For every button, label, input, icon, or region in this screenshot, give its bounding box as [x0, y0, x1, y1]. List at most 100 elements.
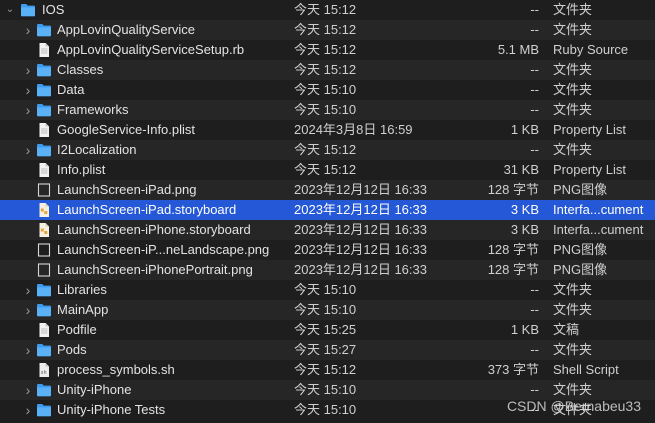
item-size: 373 字节 [487, 362, 539, 377]
item-kind: 文件夹 [553, 102, 593, 117]
item-name: Frameworks [57, 102, 129, 117]
document-icon [36, 43, 52, 57]
item-name: LaunchScreen-iPhonePortrait.png [57, 262, 253, 277]
item-kind: Property List [553, 122, 626, 137]
item-size: -- [530, 142, 539, 157]
disclosure-expanded-icon[interactable]: ⌄ [5, 0, 15, 20]
item-size: -- [530, 82, 539, 97]
item-size: -- [530, 382, 539, 397]
file-row[interactable]: AppLovinQualityServiceSetup.rb 今天 15:12 5.… [0, 40, 655, 60]
disclosure-collapsed-icon[interactable]: › [23, 340, 33, 360]
document-icon [36, 323, 52, 337]
png-image-icon [36, 183, 52, 197]
folder-row[interactable]: › AppLovinQualityService 今天 15:12 -- 文件夹 [0, 20, 655, 40]
folder-row[interactable]: › MainApp 今天 15:10 -- 文件夹 [0, 300, 655, 320]
disclosure-collapsed-icon[interactable]: › [23, 400, 33, 420]
item-kind: 文件夹 [553, 82, 593, 97]
folder-row[interactable]: › Frameworks 今天 15:10 -- 文件夹 [0, 100, 655, 120]
item-name: Podfile [57, 322, 97, 337]
folder-row[interactable]: › Classes 今天 15:12 -- 文件夹 [0, 60, 655, 80]
item-kind: 文件夹 [553, 22, 593, 37]
item-name: AppLovinQualityService [57, 22, 196, 37]
file-row[interactable]: sh process_symbols.sh 今天 15:12 373 字节 Shell … [0, 360, 655, 380]
item-kind: 文件夹 [553, 382, 593, 397]
folder-row[interactable]: › Pods 今天 15:27 -- 文件夹 [0, 340, 655, 360]
file-row[interactable]: LaunchScreen-iP...neLandscape.png 2023年12… [0, 240, 655, 260]
item-kind: Property List [553, 162, 626, 177]
item-kind: Ruby Source [553, 42, 629, 57]
disclosure-collapsed-icon[interactable]: › [23, 280, 33, 300]
shell-script-icon: sh [36, 363, 52, 377]
png-image-icon [36, 263, 52, 277]
file-list: ⌄ IOS 今天 15:12 -- 文件夹 › AppLovinQualityService… [0, 0, 655, 420]
folder-row[interactable]: › Data 今天 15:10 -- 文件夹 [0, 80, 655, 100]
item-size: -- [530, 342, 539, 357]
folder-row[interactable]: › I2Localization 今天 15:12 -- 文件夹 [0, 140, 655, 160]
folder-row[interactable]: ⌄ IOS 今天 15:12 -- 文件夹 [0, 0, 655, 20]
item-size: -- [530, 62, 539, 77]
item-kind: 文件夹 [553, 302, 593, 317]
file-row[interactable]: GoogleService-Info.plist 2024年3月8日 16:59 1… [0, 120, 655, 140]
folder-icon [36, 83, 52, 97]
disclosure-collapsed-icon[interactable]: › [23, 20, 33, 40]
item-name: LaunchScreen-iPhone.storyboard [57, 222, 251, 237]
file-row[interactable]: Info.plist 今天 15:12 31 KB Property List [0, 160, 655, 180]
disclosure-collapsed-icon[interactable]: › [23, 60, 33, 80]
watermark: CSDN @Bernabeu33 [506, 398, 641, 414]
item-name: LaunchScreen-iP...neLandscape.png [57, 242, 270, 257]
folder-icon [36, 283, 52, 297]
file-row[interactable]: Podfile 今天 15:25 1 KB 文稿 [0, 320, 655, 340]
disclosure-collapsed-icon[interactable]: › [23, 140, 33, 160]
folder-icon [36, 23, 52, 37]
item-size: -- [530, 102, 539, 117]
item-name: LaunchScreen-iPad.storyboard [57, 202, 237, 217]
disclosure-collapsed-icon[interactable]: › [23, 80, 33, 100]
item-name: Pods [57, 342, 87, 357]
item-name: Libraries [57, 282, 107, 297]
item-kind: 文件夹 [553, 2, 593, 17]
item-name: process_symbols.sh [57, 362, 175, 377]
folder-row[interactable]: › Unity-iPhone 今天 15:10 -- 文件夹 [0, 380, 655, 400]
item-name: I2Localization [57, 142, 137, 157]
item-kind: 文件夹 [553, 342, 593, 357]
folder-icon [36, 403, 52, 417]
item-name: MainApp [57, 302, 109, 317]
item-name: IOS [42, 2, 65, 17]
item-size: 128 字节 [487, 182, 539, 197]
item-kind: 文稿 [553, 322, 580, 337]
folder-icon [36, 63, 52, 77]
disclosure-collapsed-icon[interactable]: › [23, 100, 33, 120]
item-size: -- [530, 2, 539, 17]
item-kind: PNG图像 [553, 182, 608, 197]
item-size: 128 字节 [487, 242, 539, 257]
item-name: Info.plist [57, 162, 106, 177]
item-kind: Shell Script [553, 362, 619, 377]
file-row[interactable]: LaunchScreen-iPhonePortrait.png 2023年12月1… [0, 260, 655, 280]
folder-icon [36, 103, 52, 117]
file-row[interactable]: LaunchScreen-iPhone.storyboard 2023年12月12… [0, 220, 655, 240]
file-row[interactable]: LaunchScreen-iPad.png 2023年12月12日 16:33 12… [0, 180, 655, 200]
item-kind: 文件夹 [553, 62, 593, 77]
item-kind: Interfa...cument [553, 202, 644, 217]
storyboard-icon [36, 223, 52, 237]
item-kind: Interfa...cument [553, 222, 644, 237]
folder-row[interactable]: › Libraries 今天 15:10 -- 文件夹 [0, 280, 655, 300]
document-icon [36, 163, 52, 177]
item-size: 3 KB [510, 202, 539, 217]
disclosure-collapsed-icon[interactable]: › [23, 380, 33, 400]
item-size: 5.1 MB [497, 42, 539, 57]
svg-text:sh: sh [41, 370, 47, 376]
item-size: 1 KB [510, 122, 539, 137]
item-kind: 文件夹 [553, 282, 593, 297]
folder-icon [36, 383, 52, 397]
item-name: LaunchScreen-iPad.png [57, 182, 197, 197]
storyboard-icon [36, 203, 52, 217]
file-row[interactable]: LaunchScreen-iPad.storyboard 2023年12月12日 … [0, 200, 655, 220]
disclosure-collapsed-icon[interactable]: › [23, 300, 33, 320]
item-kind: PNG图像 [553, 262, 608, 277]
item-size: -- [530, 302, 539, 317]
item-size: 31 KB [503, 162, 539, 177]
png-image-icon [36, 243, 52, 257]
item-size: 3 KB [510, 222, 539, 237]
folder-icon [36, 343, 52, 357]
